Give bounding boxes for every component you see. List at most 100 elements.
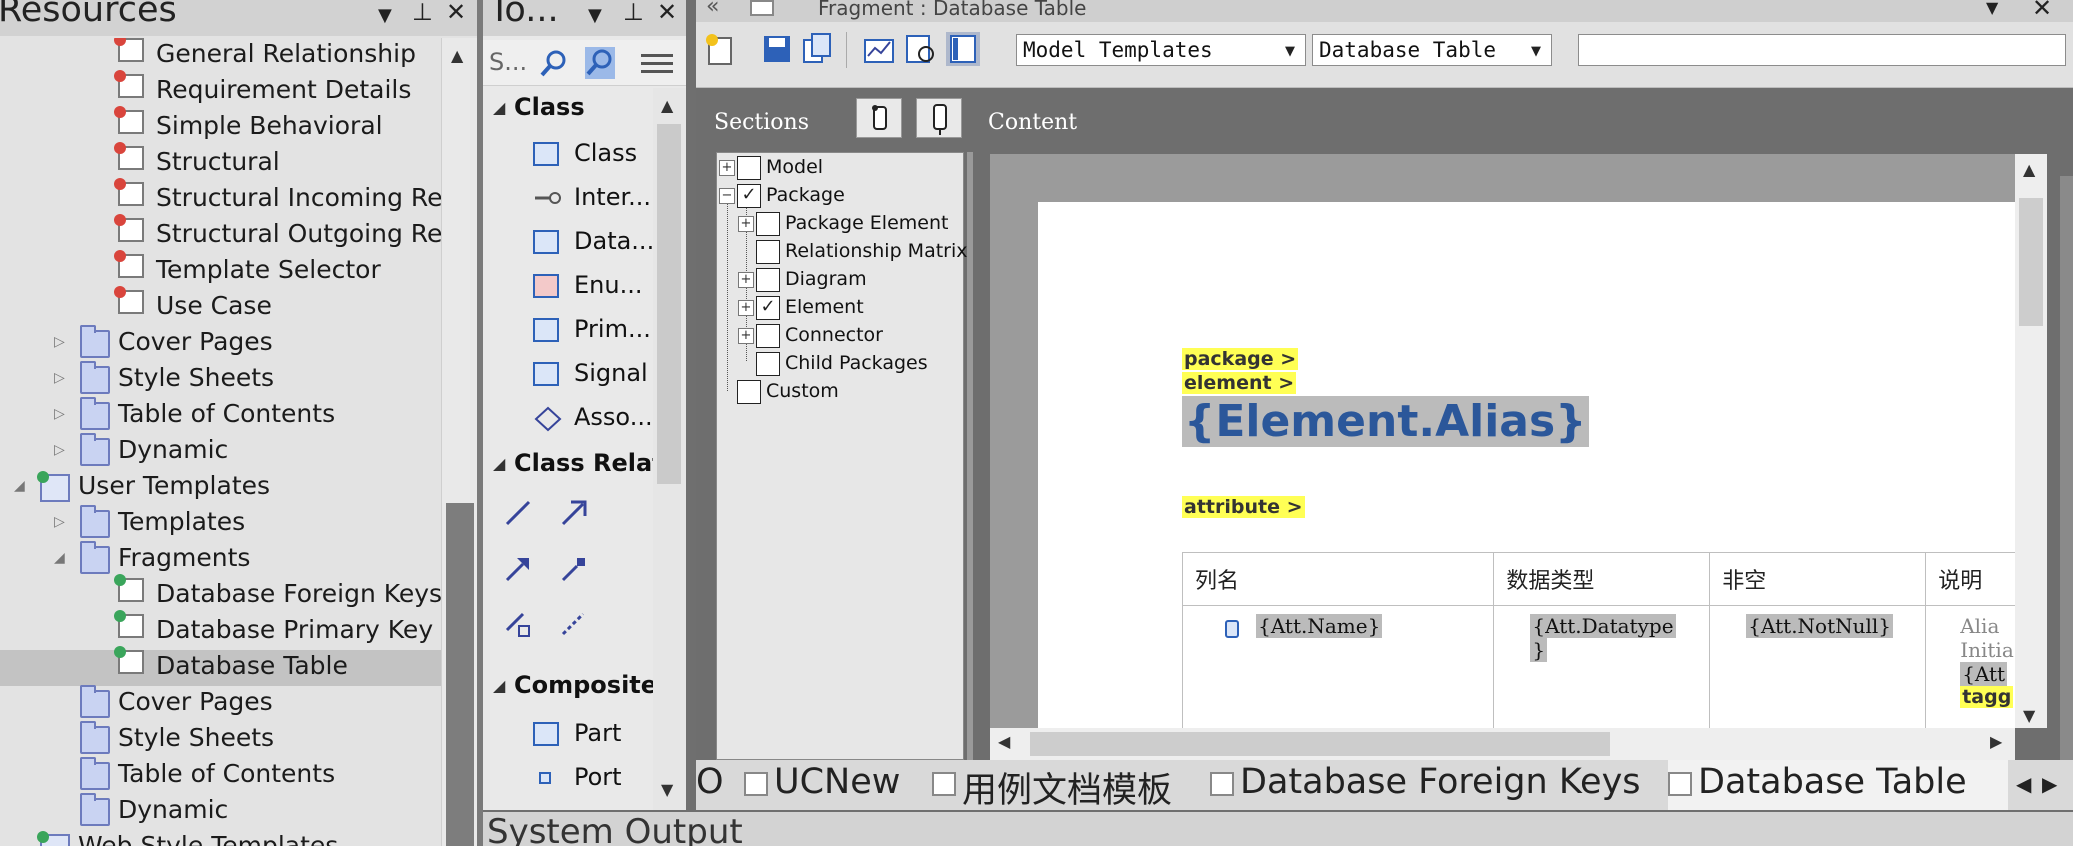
copy-icon[interactable] bbox=[800, 32, 834, 66]
resource-tree-item[interactable]: Use Case bbox=[0, 286, 441, 326]
toolbox-section-class-relations[interactable]: ◢ Class Relatio bbox=[483, 446, 653, 482]
scroll-down-icon[interactable]: ▼ bbox=[661, 780, 673, 799]
new-icon[interactable] bbox=[704, 32, 738, 66]
section-checkbox[interactable] bbox=[737, 380, 761, 404]
resource-tree-item[interactable]: Structural Outgoing Rela bbox=[0, 214, 441, 254]
toolbox-item[interactable]: Enu... bbox=[483, 266, 653, 306]
close-icon[interactable]: ✕ bbox=[2032, 0, 2052, 22]
resource-tree-item[interactable]: Structural bbox=[0, 142, 441, 182]
document-canvas[interactable]: package > element > {Element.Alias} attr… bbox=[990, 154, 2015, 728]
resource-tree-item[interactable]: ▷ Style Sheets bbox=[0, 361, 441, 398]
resource-tree-item[interactable]: ◢ User Templates bbox=[0, 470, 441, 506]
collapse-icon[interactable]: ◢ bbox=[54, 550, 65, 566]
search-icon[interactable] bbox=[539, 48, 569, 78]
scroll-thumb[interactable] bbox=[446, 503, 474, 846]
composition-icon[interactable] bbox=[503, 608, 533, 638]
preview-icon[interactable] bbox=[904, 32, 938, 66]
association-icon[interactable] bbox=[503, 498, 533, 528]
resource-tree-item[interactable]: Web Style Templates bbox=[0, 830, 441, 846]
dropdown-icon[interactable]: ▼ bbox=[378, 4, 392, 28]
resource-tree-item[interactable]: Database Foreign Keys bbox=[0, 574, 441, 614]
resource-tree-item[interactable]: ▷ Dynamic bbox=[0, 433, 441, 470]
section-checkbox[interactable] bbox=[737, 156, 761, 180]
style-field[interactable] bbox=[1578, 34, 2066, 66]
toolbox-section-class[interactable]: ◢ Class bbox=[483, 90, 653, 126]
document-vscrollbar[interactable]: ▲ ▼ bbox=[2015, 154, 2047, 728]
document-hscrollbar[interactable]: ◀ ▶ bbox=[990, 728, 2015, 760]
resource-tree-item[interactable]: General Relationship bbox=[0, 38, 441, 74]
resource-tree-item[interactable]: Dynamic bbox=[0, 793, 441, 830]
scroll-up-icon[interactable]: ▲ bbox=[2023, 160, 2035, 179]
editor-scrollbar[interactable] bbox=[2060, 176, 2073, 846]
toolbox-item[interactable]: Signal bbox=[483, 354, 653, 394]
toolbox-item[interactable]: Asso... bbox=[483, 398, 653, 438]
scroll-down-icon[interactable]: ▼ bbox=[2023, 706, 2035, 725]
expand-icon[interactable]: + bbox=[738, 300, 754, 316]
toolbox-section-composite[interactable]: ◢ Composite F bbox=[483, 668, 653, 704]
expand-icon[interactable]: + bbox=[738, 216, 754, 232]
section-tree-item[interactable]: Relationship Matrix bbox=[717, 239, 968, 265]
resource-tree-item[interactable]: Simple Behavioral bbox=[0, 106, 441, 146]
document-tab[interactable]: O bbox=[696, 760, 736, 810]
pin-icon[interactable]: ⊥ bbox=[623, 0, 644, 24]
expand-icon[interactable]: + bbox=[738, 328, 754, 344]
document-tab[interactable]: 用例文档模板 bbox=[932, 760, 1202, 811]
toolbox-search-input[interactable]: S... bbox=[489, 48, 527, 76]
section-checkbox[interactable] bbox=[756, 324, 780, 348]
menu-icon[interactable] bbox=[641, 54, 673, 74]
scroll-thumb[interactable] bbox=[657, 124, 681, 484]
directed-association-icon[interactable] bbox=[559, 498, 589, 528]
scroll-thumb[interactable] bbox=[2019, 198, 2043, 326]
template-select[interactable]: Database Table ▼ bbox=[1312, 34, 1552, 66]
section-tree-item[interactable]: + Connector bbox=[717, 323, 963, 349]
collapse-icon[interactable]: ◢ bbox=[493, 676, 505, 695]
find-icon[interactable] bbox=[584, 46, 616, 80]
toolbox-item[interactable]: Class bbox=[483, 134, 653, 174]
resource-tree-item[interactable]: Cover Pages bbox=[0, 685, 441, 722]
scroll-up-icon[interactable]: ▲ bbox=[451, 46, 463, 65]
expand-icon[interactable]: ▷ bbox=[54, 406, 65, 422]
section-tree-item[interactable]: Child Packages bbox=[717, 351, 963, 377]
toolbox-item[interactable]: Data... bbox=[483, 222, 653, 262]
expand-icon[interactable]: ▷ bbox=[54, 334, 65, 350]
document-tab[interactable]: Database Table bbox=[1668, 760, 2008, 810]
resource-tree-item[interactable]: Database Table bbox=[0, 646, 441, 686]
tab-scroll-right-icon[interactable]: ▶ bbox=[2042, 772, 2057, 796]
section-tree-item[interactable]: Custom bbox=[717, 379, 963, 405]
collapse-left-icon[interactable]: « bbox=[706, 0, 719, 19]
dependency-icon[interactable] bbox=[559, 608, 589, 638]
generalization-icon[interactable] bbox=[503, 554, 533, 584]
resources-scrollbar[interactable]: ▲ bbox=[441, 38, 477, 846]
document-options-icon[interactable] bbox=[862, 32, 896, 66]
document-tab[interactable]: UCNew bbox=[744, 760, 924, 810]
tab-scroll-left-icon[interactable]: ◀ bbox=[2016, 772, 2031, 796]
collapse-icon[interactable]: ◢ bbox=[493, 454, 505, 473]
collapse-icon[interactable]: ◢ bbox=[493, 98, 505, 117]
section-tree-item[interactable]: + Model bbox=[717, 155, 963, 181]
aggregation-icon[interactable] bbox=[559, 554, 589, 584]
section-checkbox[interactable] bbox=[756, 268, 780, 292]
scroll-left-icon[interactable]: ◀ bbox=[998, 732, 1010, 751]
toolbox-scrollbar[interactable]: ▲ ▼ bbox=[653, 88, 686, 810]
section-tree-item[interactable]: + Diagram bbox=[717, 267, 963, 293]
scroll-up-icon[interactable]: ▲ bbox=[661, 96, 673, 115]
close-icon[interactable]: ✕ bbox=[657, 0, 677, 24]
scroll-right-icon[interactable]: ▶ bbox=[1990, 732, 2002, 751]
resource-tree-item[interactable]: Structural Incoming Relat bbox=[0, 178, 441, 218]
save-icon[interactable] bbox=[760, 32, 794, 66]
dropdown-icon[interactable]: ▼ bbox=[588, 4, 602, 28]
toolbox-item[interactable]: Inter... bbox=[483, 178, 653, 218]
resource-tree-item[interactable]: Template Selector bbox=[0, 250, 441, 290]
toolbox-search[interactable]: S... bbox=[483, 40, 686, 86]
expand-icon[interactable]: ▷ bbox=[54, 370, 65, 386]
resource-tree-item[interactable]: ▷ Cover Pages bbox=[0, 325, 441, 362]
scroll-thumb[interactable] bbox=[1030, 732, 1610, 756]
splitter[interactable] bbox=[967, 152, 973, 760]
section-checkbox[interactable] bbox=[756, 212, 780, 236]
section-tree-item[interactable]: + ✓ Element bbox=[717, 295, 963, 321]
document-page[interactable]: package > element > {Element.Alias} attr… bbox=[1038, 202, 2015, 728]
resource-tree-item[interactable]: Database Primary Key bbox=[0, 610, 441, 650]
section-checkbox[interactable] bbox=[756, 352, 780, 376]
resource-tree-item[interactable]: Table of Contents bbox=[0, 757, 441, 794]
section-checkbox[interactable]: ✓ bbox=[756, 296, 780, 320]
